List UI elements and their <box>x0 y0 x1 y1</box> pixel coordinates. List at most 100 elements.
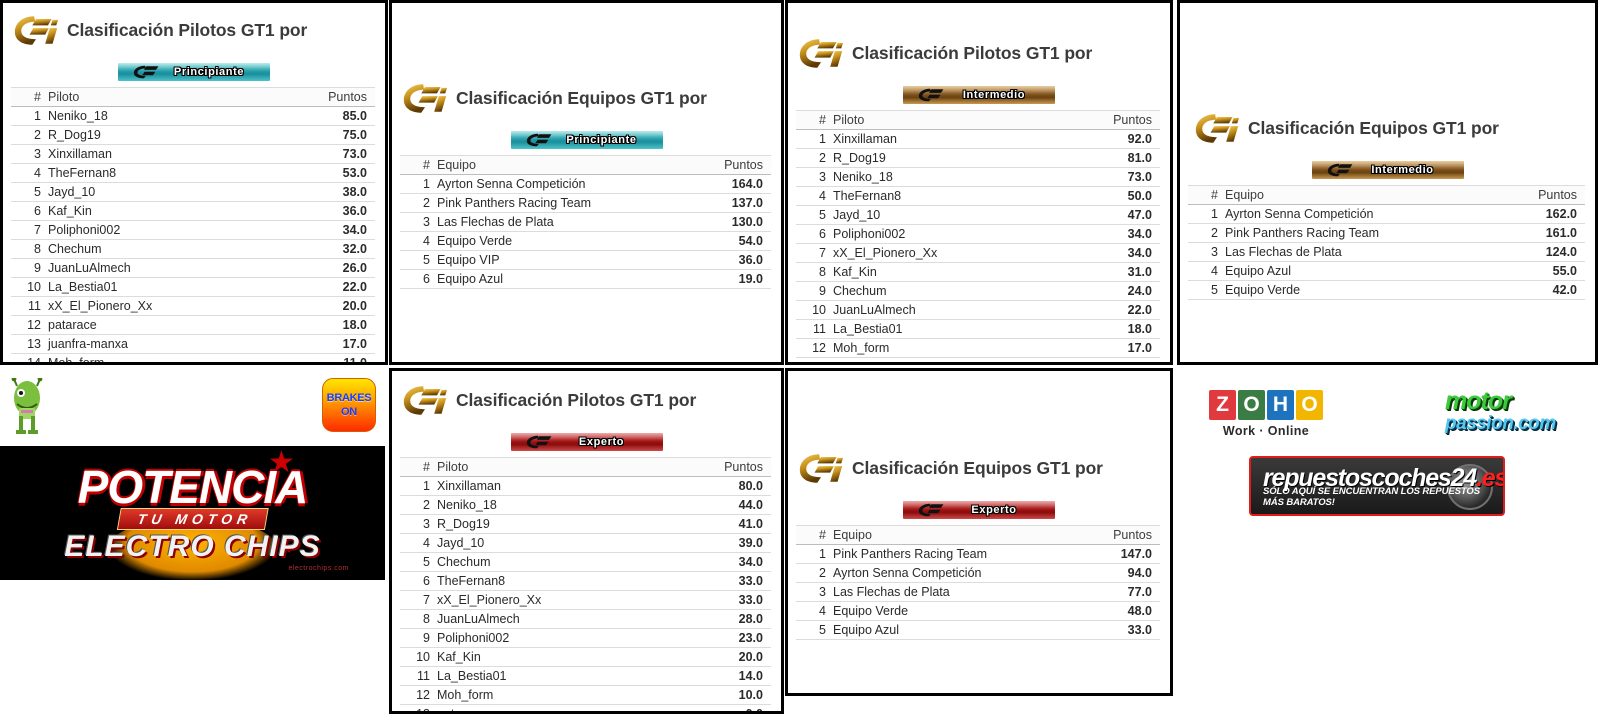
cell-points: 14.0 <box>604 666 771 686</box>
table-row: 1 Xinxillaman 80.0 <box>400 476 771 496</box>
level-badge-wrap: Principiante <box>392 119 781 155</box>
cell-name: Jayd_10 <box>833 205 997 225</box>
cell-points: 80.0 <box>604 476 771 496</box>
level-badge-experto: Experto <box>903 501 1055 519</box>
table-row: 1 Ayrton Senna Competición 164.0 <box>400 174 771 194</box>
cell-position: 3 <box>400 212 437 232</box>
cell-position: 1 <box>400 174 437 194</box>
page-title: Clasificación Equipos GT1 por <box>456 87 707 108</box>
cell-points: 26.0 <box>211 258 375 278</box>
cell-position: 13 <box>400 704 437 711</box>
table-row: 2 Ayrton Senna Competición 94.0 <box>796 563 1160 583</box>
repuestoscoches-ad-banner[interactable]: repuestoscoches24.es SÓLO AQUÍ SE ENCUEN… <box>1249 456 1505 516</box>
th-name: Piloto <box>833 110 997 130</box>
cell-position: 5 <box>11 182 48 202</box>
cell-name: JuanLuAlmech <box>437 609 604 629</box>
th-name: Equipo <box>833 525 997 545</box>
potencia-ad-banner[interactable]: ★ ★ POTENCIA TU MOTOR ELECTRO CHIPS elec… <box>0 446 385 580</box>
cell-points: 18.0 <box>211 315 375 335</box>
cell-position: 5 <box>400 552 437 572</box>
table-row: 5 Chechum 34.0 <box>400 552 771 572</box>
table-row: 4 Jayd_10 39.0 <box>400 533 771 553</box>
table-head: # Piloto Puntos <box>796 110 1160 130</box>
cell-points: 53.0 <box>211 163 375 183</box>
th-name: Piloto <box>437 457 604 477</box>
motorpassion-ad-logo[interactable]: motor passion.com <box>1445 389 1556 434</box>
brakes-line2: ON <box>341 405 357 418</box>
cell-name: xX_El_Pionero_Xx <box>48 296 212 316</box>
cell-position: 10 <box>11 277 48 297</box>
table-header-row: # Equipo Puntos <box>796 525 1160 545</box>
table-row: 4 TheFernan8 53.0 <box>11 163 375 183</box>
gt-logo-icon <box>403 84 448 113</box>
cell-position: 4 <box>400 533 437 553</box>
ranking-table: # Piloto Puntos 1 Xinxillaman 92.0 2 R_Dog19… <box>796 110 1160 362</box>
cell-name: Jayd_10 <box>437 533 604 553</box>
table-header-row: # Equipo Puntos <box>1188 185 1585 205</box>
level-badge-label: Intermedio <box>962 89 1026 101</box>
th-position: # <box>796 525 833 545</box>
cell-points: 41.0 <box>604 514 771 534</box>
cell-points: 34.0 <box>996 224 1160 244</box>
cell-points: 33.0 <box>996 620 1160 640</box>
level-badge-wrap: Experto <box>788 489 1170 525</box>
cell-points: 50.0 <box>996 186 1160 206</box>
table-wrap: # Piloto Puntos 1 Xinxillaman 92.0 2 R_Dog19… <box>788 110 1170 362</box>
table-row: 1 Neniko_18 85.0 <box>11 106 375 126</box>
cell-name: TheFernan8 <box>833 186 997 206</box>
cell-name: Equipo VIP <box>437 250 604 270</box>
zoho-letter-2: H <box>1267 390 1294 420</box>
table-row: 6 TheFernan8 33.0 <box>400 571 771 591</box>
cell-position: 3 <box>11 144 48 164</box>
potencia-chips-text: ELECTRO CHIPS <box>64 530 321 563</box>
level-badge-principiante: Principiante <box>118 63 270 81</box>
cell-name: Las Flechas de Plata <box>1225 242 1405 262</box>
cell-position: 12 <box>400 685 437 705</box>
cell-position: 6 <box>400 571 437 591</box>
table-body: 1 Xinxillaman 80.0 2 Neniko_18 44.0 3 R_Dog19 41… <box>400 476 771 711</box>
cell-position: 3 <box>796 167 833 187</box>
brakes-on-ad-button[interactable]: BRAKES ON <box>322 378 376 432</box>
table-row: 5 Jayd_10 47.0 <box>796 205 1160 225</box>
cell-points: 147.0 <box>996 544 1160 564</box>
panel-equipos-principiante: Clasificación Equipos GT1 por Principian… <box>389 0 784 365</box>
screenshot-root: Clasificación Pilotos GT1 por Principian… <box>0 0 1598 714</box>
zoho-ad-logo[interactable]: Z O H O Work · Online <box>1209 390 1323 438</box>
page-title: Clasificación Equipos GT1 por <box>1248 117 1499 138</box>
potencia-url: electrochips.com <box>288 565 349 572</box>
table-body: 1 Xinxillaman 92.0 2 R_Dog19 81.0 3 Neniko_18 73… <box>796 129 1160 362</box>
cell-name: R_Dog19 <box>48 125 212 145</box>
cell-name: Xinxillaman <box>437 476 604 496</box>
table-row: 12 patarace 18.0 <box>11 315 375 335</box>
cell-position: 5 <box>796 205 833 225</box>
cell-points: 19.0 <box>604 269 771 289</box>
th-points: Puntos <box>996 525 1160 545</box>
cell-name: Poliphoni002 <box>48 220 212 240</box>
cell-points: 73.0 <box>996 167 1160 187</box>
cell-points: 55.0 <box>1405 261 1585 281</box>
level-badge-wrap: Principiante <box>3 51 385 87</box>
cell-name: Equipo Azul <box>1225 261 1405 281</box>
cell-position: 8 <box>400 609 437 629</box>
cell-position: 11 <box>400 666 437 686</box>
cell-position: 2 <box>400 193 437 213</box>
table-row: 7 xX_El_Pionero_Xx 33.0 <box>400 590 771 610</box>
cell-name: Chechum <box>833 281 997 301</box>
panel-header: Clasificación Equipos GT1 por <box>392 3 781 119</box>
cell-name: Equipo Verde <box>1225 280 1405 300</box>
table-row: 4 Equipo Verde 54.0 <box>400 231 771 251</box>
cell-position: 2 <box>400 495 437 515</box>
table-row: 4 TheFernan8 50.0 <box>796 186 1160 206</box>
table-row: 1 Ayrton Senna Competición 162.0 <box>1188 204 1585 224</box>
cell-points: 10.0 <box>604 685 771 705</box>
table-head: # Piloto Puntos <box>400 457 771 477</box>
motorpassion-line2: passion.com <box>1445 412 1556 434</box>
ranking-table: # Piloto Puntos 1 Xinxillaman 80.0 2 Neniko_… <box>400 457 771 711</box>
cell-points: 23.0 <box>604 628 771 648</box>
cell-position: 12 <box>796 338 833 358</box>
cell-points: 17.0 <box>996 338 1160 358</box>
table-row: 5 Equipo Azul 33.0 <box>796 620 1160 640</box>
cell-position: 7 <box>796 243 833 263</box>
table-row: 10 La_Bestia01 22.0 <box>11 277 375 297</box>
th-points: Puntos <box>604 457 771 477</box>
